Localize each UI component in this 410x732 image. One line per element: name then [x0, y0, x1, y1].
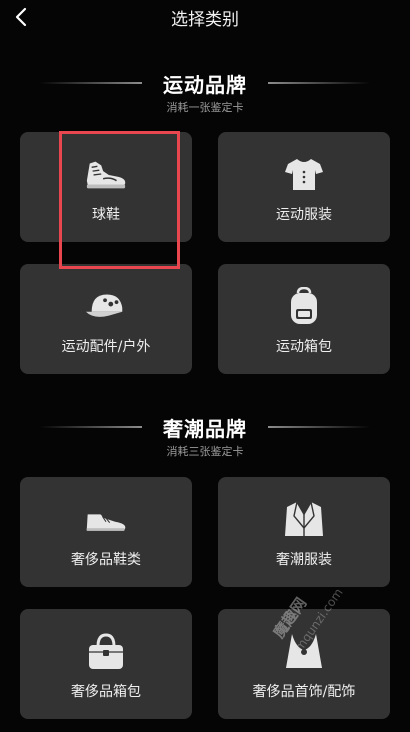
category-label: 奢侈品鞋类 [71, 552, 141, 568]
category-card-luxury-jewelry[interactable]: 奢侈品首饰/配饰 [218, 609, 390, 719]
section-subtitle: 消耗一张鉴定卡 [166, 101, 244, 114]
category-label: 奢侈品箱包 [71, 684, 141, 700]
section-title: 奢潮品牌 [163, 417, 247, 441]
category-card-luxury-bags[interactable]: 奢侈品箱包 [20, 609, 192, 719]
category-label: 运动配件/户外 [61, 339, 151, 355]
category-label: 运动服装 [276, 207, 332, 223]
section-subtitle: 消耗三张鉴定卡 [166, 445, 244, 458]
category-label: 奢潮服装 [276, 552, 332, 568]
category-card-luxury-apparel[interactable]: 奢潮服装 [218, 477, 390, 587]
page-title: 选择类别 [171, 10, 239, 30]
top-bar: 选择类别 [0, 0, 410, 34]
cap-icon [85, 294, 123, 317]
category-label: 运动箱包 [276, 339, 332, 355]
selection-highlight-box [59, 131, 180, 269]
category-card-sportswear[interactable]: 运动服装 [218, 132, 390, 242]
suit-icon [285, 501, 323, 536]
category-card-luxury-shoes[interactable]: 奢侈品鞋类 [20, 477, 192, 587]
category-card-sports-bags[interactable]: 运动箱包 [218, 264, 390, 374]
section-title: 运动品牌 [163, 73, 247, 97]
tshirt-icon [285, 159, 323, 190]
category-card-accessories-outdoor[interactable]: 运动配件/户外 [20, 264, 192, 374]
category-label: 奢侈品首饰/配饰 [252, 684, 356, 700]
backpack-icon [291, 287, 317, 324]
leather-shoe-icon [86, 514, 126, 531]
handbag-icon [89, 633, 123, 669]
